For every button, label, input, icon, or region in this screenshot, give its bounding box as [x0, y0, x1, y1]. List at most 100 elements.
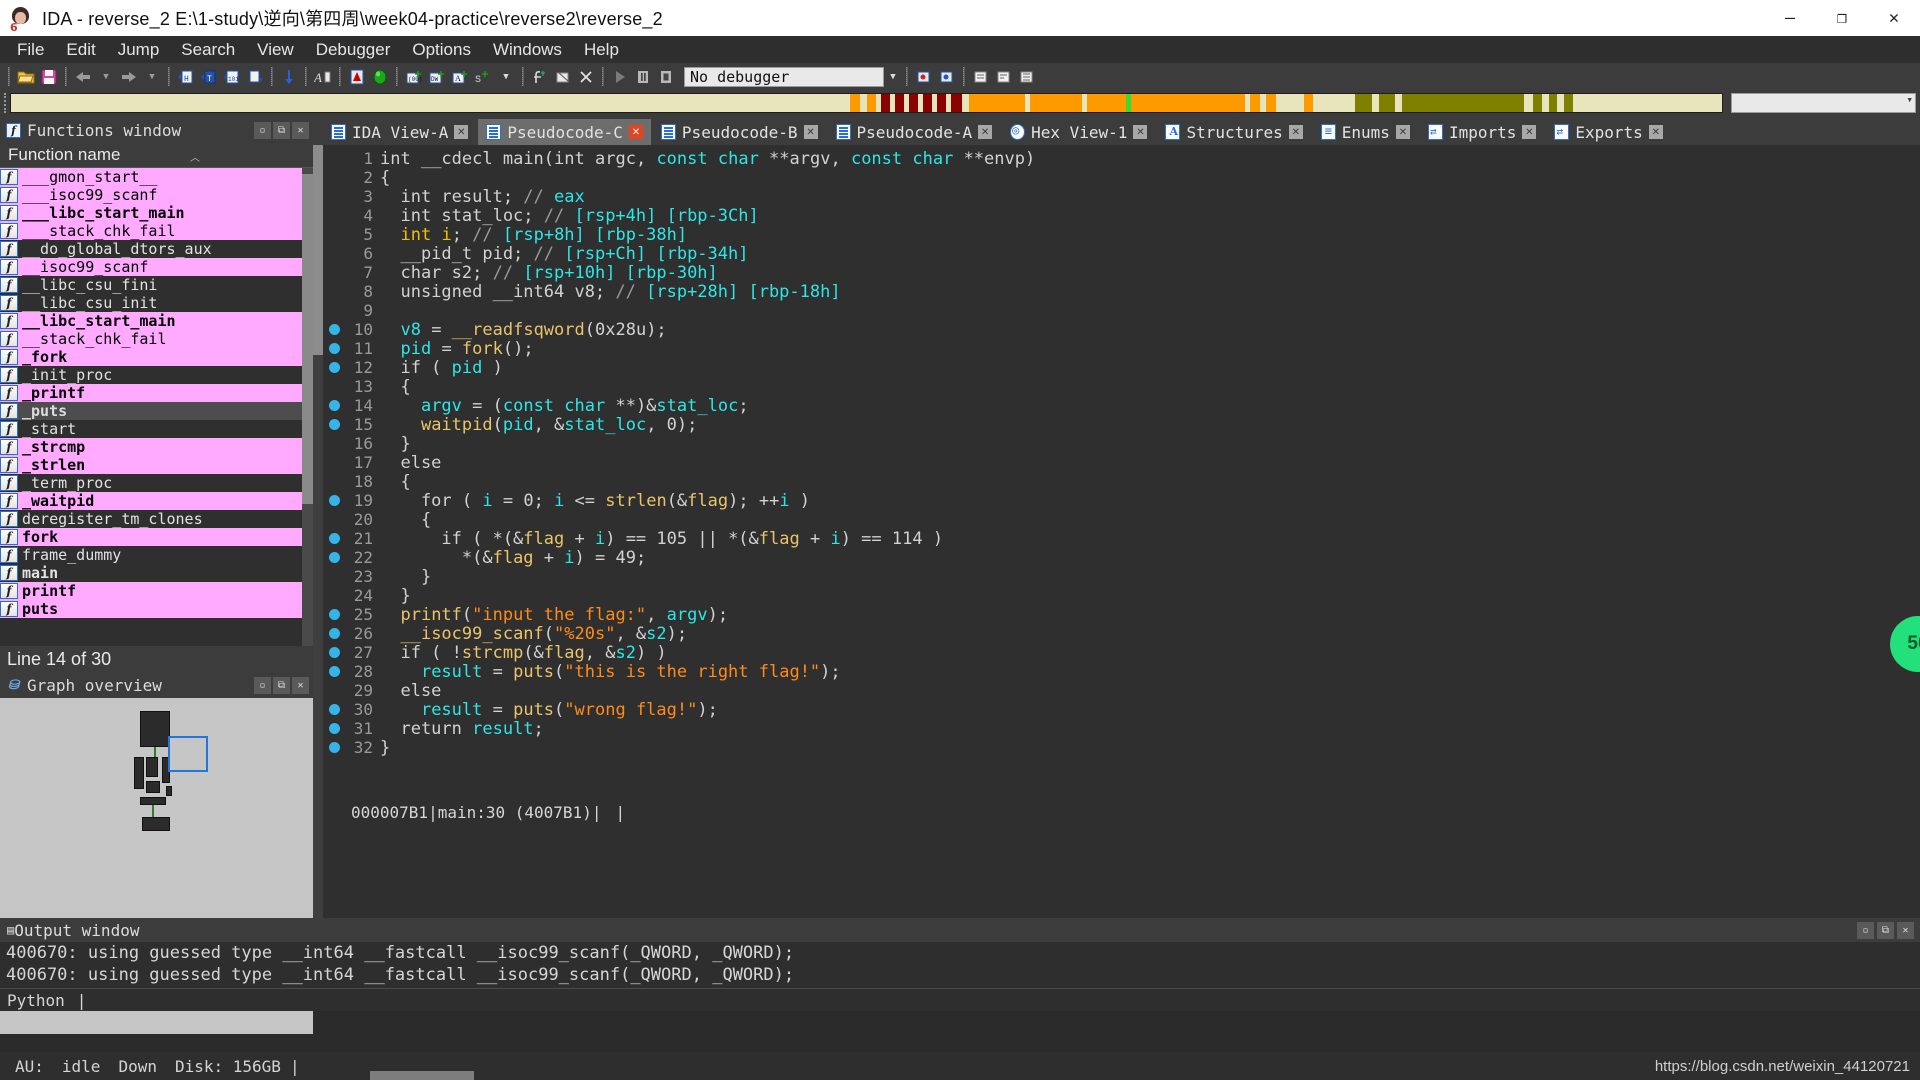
function-list-row[interactable]: f _term_proc — [0, 474, 313, 492]
pseudocode-line[interactable]: 29 else — [325, 681, 1920, 701]
pseudocode-line[interactable]: 12 if ( pid ) — [325, 358, 1920, 378]
pseudocode-line[interactable]: 2{ — [325, 168, 1920, 188]
pseudocode-line[interactable]: 24 } — [325, 586, 1920, 606]
pseudocode-line[interactable]: 18 { — [325, 472, 1920, 492]
bp-toggle-icon[interactable] — [936, 66, 958, 88]
tab-close-icon[interactable]: ✕ — [454, 125, 469, 139]
tab-structures[interactable]: Structures ✕ — [1157, 119, 1311, 145]
functions-column-header[interactable]: Function name ︿ — [0, 143, 313, 168]
pseudocode-line[interactable]: 27 if ( !strcmp(&flag, &s2) ) — [325, 643, 1920, 663]
menu-debugger[interactable]: Debugger — [305, 38, 402, 62]
menu-options[interactable]: Options — [401, 38, 482, 62]
function-list-row[interactable]: f _fork — [0, 348, 313, 366]
tab-pseudocode-c[interactable]: Pseudocode-C ✕ — [478, 119, 651, 145]
function-list-row[interactable]: f _strlen — [0, 456, 313, 474]
jump-to-func-icon[interactable] — [244, 66, 266, 88]
play-icon[interactable] — [609, 66, 631, 88]
function-list-row[interactable]: f __isoc99_scanf — [0, 258, 313, 276]
function-icon[interactable] — [529, 66, 551, 88]
menu-jump[interactable]: Jump — [107, 38, 171, 62]
tab-close-icon[interactable]: ✕ — [628, 125, 643, 139]
functions-window-restore-button[interactable]: ▫ — [254, 122, 271, 139]
menu-file[interactable]: File — [6, 38, 55, 62]
debugger-selector-arrow[interactable]: ▼ — [885, 66, 901, 87]
breakpoint-marker-icon[interactable] — [329, 362, 340, 373]
tab-close-icon[interactable]: ✕ — [1133, 125, 1148, 139]
pseudocode-line[interactable]: 21 if ( *(&flag + i) == 105 || *(&flag +… — [325, 529, 1920, 549]
breakpoint-marker-icon[interactable] — [329, 419, 340, 430]
pseudocode-line[interactable]: 13 { — [325, 377, 1920, 397]
pseudocode-line[interactable]: 20 { — [325, 510, 1920, 530]
function-list-row[interactable]: f _waitpid — [0, 492, 313, 510]
save-file-icon[interactable] — [38, 66, 60, 88]
graph-overview-float-button[interactable]: ⧉ — [273, 677, 290, 694]
tab-close-icon[interactable]: ✕ — [1395, 125, 1410, 139]
pseudocode-line[interactable]: 9 — [325, 301, 1920, 320]
menu-windows[interactable]: Windows — [482, 38, 573, 62]
forward-arrow-icon[interactable] — [118, 66, 140, 88]
edit-func-icon[interactable] — [552, 66, 574, 88]
function-list-row[interactable]: f _puts — [0, 402, 313, 420]
breakpoint-marker-icon[interactable] — [329, 400, 340, 411]
tab-close-icon[interactable]: ✕ — [1648, 125, 1663, 139]
breakpoint-marker-icon[interactable] — [329, 628, 340, 639]
breakpoint-marker-icon[interactable] — [329, 723, 340, 734]
function-list-row[interactable]: f ___libc_start_main — [0, 204, 313, 222]
pause-icon[interactable] — [632, 66, 654, 88]
breakpoint-marker-icon[interactable] — [329, 666, 340, 677]
function-list-row[interactable]: f _printf — [0, 384, 313, 402]
minimize-button[interactable]: — — [1764, 0, 1816, 36]
python-prompt[interactable]: Python | — [0, 988, 1920, 1011]
pseudocode-line[interactable]: 25 printf("input the flag:", argv); — [325, 605, 1920, 625]
function-list-row[interactable]: f ___stack_chk_fail — [0, 222, 313, 240]
function-list-row[interactable]: f __libc_csu_fini — [0, 276, 313, 294]
graph-overview-close-button[interactable]: ✕ — [292, 677, 309, 694]
back-dropdown-icon[interactable]: ▼ — [95, 66, 117, 88]
navigation-strip[interactable] — [10, 93, 1723, 113]
tab-ida-view-a[interactable]: IDA View-A ✕ — [323, 119, 477, 145]
python-input-caret[interactable]: | — [77, 991, 87, 1010]
delete-func-icon[interactable] — [575, 66, 597, 88]
open-file-icon[interactable] — [15, 66, 37, 88]
pseudocode-scrollbar[interactable] — [313, 145, 323, 918]
bp-list-icon[interactable] — [913, 66, 935, 88]
flag-icon[interactable] — [346, 66, 368, 88]
pseudocode-line[interactable]: 5 int i; // [rsp+8h] [rbp-38h] — [325, 225, 1920, 245]
pseudocode-line[interactable]: 17 else — [325, 453, 1920, 473]
maximize-button[interactable]: ❐ — [1816, 0, 1868, 36]
pseudocode-line[interactable]: 6 __pid_t pid; // [rsp+Ch] [rbp-34h] — [325, 244, 1920, 264]
data-code-icon[interactable]: (00) — [403, 66, 425, 88]
tab-close-icon[interactable]: ✕ — [1522, 125, 1537, 139]
menu-search[interactable]: Search — [170, 38, 246, 62]
functions-window-float-button[interactable]: ⧉ — [273, 122, 290, 139]
output-window-close-button[interactable]: ✕ — [1897, 921, 1914, 939]
pseudocode-line[interactable]: 22 *(&flag + i) = 49; — [325, 548, 1920, 568]
menu-help[interactable]: Help — [573, 38, 630, 62]
tab-close-icon[interactable]: ✕ — [803, 125, 818, 139]
pseudocode-line[interactable]: 11 pid = fork(); — [325, 339, 1920, 359]
output-window-log[interactable]: 400670: using guessed type __int64 __fas… — [0, 942, 1920, 988]
breakpoint-marker-icon[interactable] — [329, 647, 340, 658]
jump-to-code-icon[interactable]: 101 — [221, 66, 243, 88]
data-data-icon[interactable]: DW — [426, 66, 448, 88]
pseudocode-line[interactable]: 10 v8 = __readfsqword(0x28u); — [325, 320, 1920, 340]
breakpoint-marker-icon[interactable] — [329, 495, 340, 506]
data-struct-icon[interactable]: S — [472, 66, 494, 88]
function-list-row[interactable]: f __stack_chk_fail — [0, 330, 313, 348]
data-dropdown-icon[interactable]: ▼ — [495, 66, 517, 88]
breakpoint-marker-icon[interactable] — [329, 704, 340, 715]
breakpoint-marker-icon[interactable] — [329, 552, 340, 563]
function-list-row[interactable]: f __libc_csu_init — [0, 294, 313, 312]
breakpoint-marker-icon[interactable] — [329, 343, 340, 354]
pseudocode-line[interactable]: 8 unsigned __int64 v8; // [rsp+28h] [rbp… — [325, 282, 1920, 302]
functions-scrollbar[interactable] — [302, 168, 313, 646]
tab-imports[interactable]: Imports ✕ — [1419, 119, 1545, 145]
jump-to-text-icon[interactable]: T — [198, 66, 220, 88]
function-list-row[interactable]: f _init_proc — [0, 366, 313, 384]
breakpoint-marker-icon[interactable] — [329, 609, 340, 620]
pseudocode-line[interactable]: 28 result = puts("this is the right flag… — [325, 662, 1920, 682]
forward-dropdown-icon[interactable]: ▼ — [141, 66, 163, 88]
navband-combo[interactable] — [1731, 93, 1916, 113]
function-list-row[interactable]: f fork — [0, 528, 313, 546]
stop-icon[interactable] — [655, 66, 677, 88]
